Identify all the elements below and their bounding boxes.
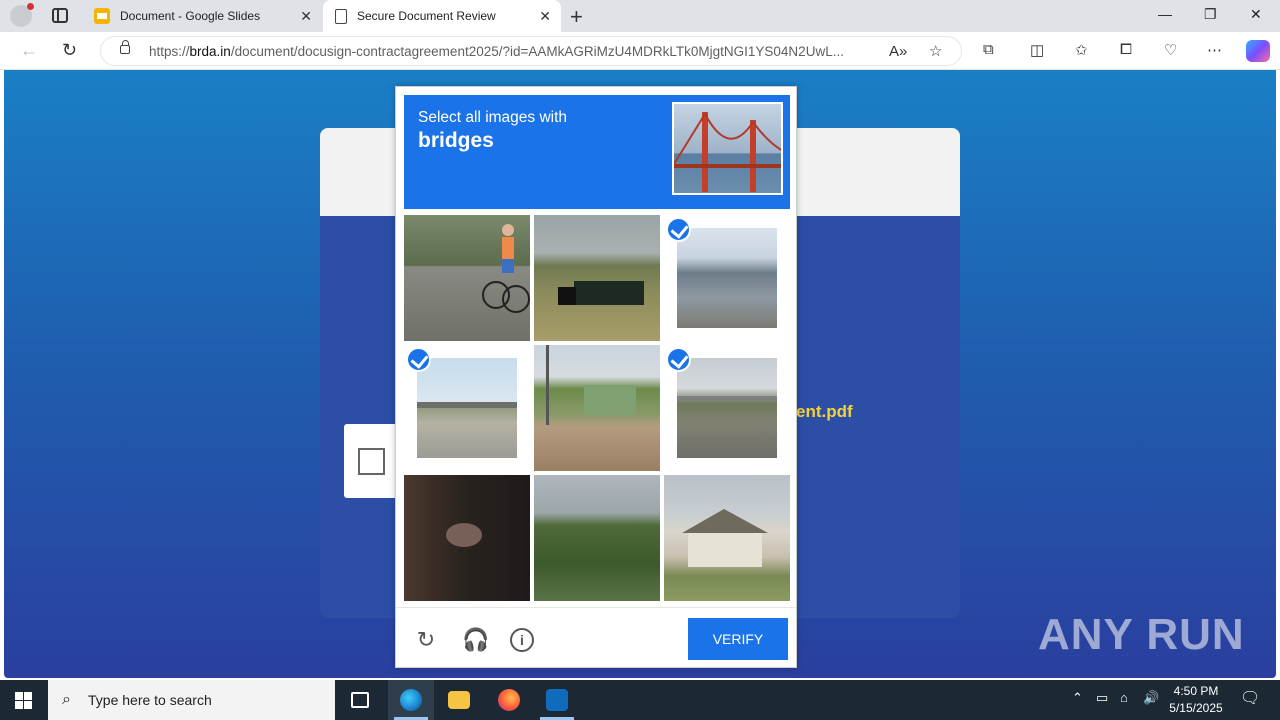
- clock-date: 5/15/2025: [1169, 701, 1223, 715]
- dark-scene-image: [404, 475, 530, 601]
- url-text[interactable]: https://brda.in/document/docusign-contra…: [149, 44, 879, 59]
- pdf-filename[interactable]: ent.pdf: [796, 402, 853, 422]
- close-tab-icon[interactable]: ✕: [300, 8, 312, 25]
- captcha-tile[interactable]: [404, 475, 530, 601]
- windows-start-icon[interactable]: [15, 692, 32, 709]
- bridge-sample-graphic: [674, 111, 781, 192]
- system-clock[interactable]: 4:50 PM 5/15/2025: [1166, 683, 1226, 717]
- taskbar-search[interactable]: ⌕ Type here to search: [48, 680, 335, 720]
- extensions-icon[interactable]: ⧉: [983, 41, 994, 58]
- minimize-icon[interactable]: —: [1158, 6, 1172, 22]
- network-icon[interactable]: ⌂: [1120, 690, 1128, 705]
- close-tab-icon[interactable]: ✕: [539, 8, 551, 25]
- device-icon[interactable]: ▭: [1096, 690, 1108, 706]
- highway-bridge-image: [677, 358, 777, 458]
- new-tab-icon[interactable]: +: [570, 4, 583, 30]
- verify-button[interactable]: VERIFY: [688, 618, 788, 660]
- more-menu-icon[interactable]: ⋯: [1207, 41, 1222, 59]
- overpass-image: [677, 228, 777, 328]
- browser-toolbar: ← ↻ https://brda.in/document/docusign-co…: [0, 32, 1280, 70]
- url-path: /document/docusign-contractagreement2025…: [230, 44, 844, 59]
- captcha-footer: ↻ 🎧 i VERIFY: [396, 607, 796, 667]
- info-icon[interactable]: i: [510, 628, 534, 652]
- captcha-tile[interactable]: [534, 345, 660, 471]
- browser-essentials-icon[interactable]: ♡: [1164, 41, 1177, 59]
- url-scheme: https://: [149, 44, 190, 59]
- tab-title: Document - Google Slides: [120, 9, 261, 23]
- firefox-icon[interactable]: [486, 680, 532, 720]
- captcha-tile[interactable]: [404, 215, 530, 341]
- back-icon[interactable]: ←: [20, 40, 38, 61]
- slides-icon: [94, 8, 110, 24]
- reload-icon[interactable]: ↻: [414, 628, 438, 652]
- read-aloud-icon[interactable]: A»: [889, 43, 907, 60]
- document-icon: [335, 8, 347, 24]
- close-window-icon[interactable]: ✕: [1250, 6, 1262, 23]
- building-image: [534, 345, 660, 471]
- task-view-icon[interactable]: [337, 680, 383, 720]
- captcha-checkbox[interactable]: [358, 448, 385, 475]
- captcha-tile-selected[interactable]: [664, 215, 790, 341]
- anyrun-watermark: ANY RUN: [1038, 610, 1245, 659]
- audio-challenge-icon[interactable]: 🎧: [462, 628, 489, 652]
- edge-taskbar-icon[interactable]: [388, 680, 434, 720]
- collections-icon[interactable]: ⧠: [1120, 41, 1132, 58]
- sample-image: [672, 102, 783, 195]
- favorites-icon[interactable]: ✩: [1075, 41, 1088, 59]
- tab-title: Secure Document Review: [357, 9, 496, 23]
- tab-google-slides[interactable]: Document - Google Slides ✕: [84, 0, 322, 32]
- search-placeholder: Type here to search: [88, 692, 212, 708]
- copilot-icon[interactable]: [1246, 40, 1270, 62]
- address-bar[interactable]: https://brda.in/document/docusign-contra…: [100, 36, 962, 66]
- captcha-tile[interactable]: [534, 475, 660, 601]
- notifications-icon[interactable]: 🗨: [1240, 688, 1260, 708]
- tab-actions-icon[interactable]: [52, 8, 68, 23]
- tab-secure-document-review[interactable]: Secure Document Review ✕: [323, 0, 561, 32]
- captcha-prompt: Select all images with: [418, 109, 568, 126]
- truck-image: [534, 215, 660, 341]
- trees-image: [534, 475, 660, 601]
- outlook-icon[interactable]: [534, 680, 580, 720]
- highway-overpass-image: [417, 358, 517, 458]
- captcha-challenge: Select all images with bridges ↻ 🎧 i VER…: [395, 86, 797, 668]
- captcha-tile[interactable]: [664, 475, 790, 601]
- selected-check-icon: [666, 347, 691, 372]
- file-explorer-icon[interactable]: [436, 680, 482, 720]
- profile-avatar[interactable]: [10, 3, 34, 27]
- captcha-target: bridges: [418, 129, 494, 152]
- house-image: [664, 475, 790, 601]
- captcha-tile-selected[interactable]: [404, 345, 530, 471]
- split-screen-icon[interactable]: ◫: [1030, 41, 1044, 59]
- cyclist-image: [404, 215, 530, 341]
- volume-icon[interactable]: 🔊: [1143, 690, 1159, 706]
- favorite-star-icon[interactable]: ☆: [929, 42, 942, 60]
- search-icon: ⌕: [62, 691, 71, 708]
- captcha-tile[interactable]: [534, 215, 660, 341]
- selected-check-icon: [406, 347, 431, 372]
- captcha-tile-selected[interactable]: [664, 345, 790, 471]
- restore-icon[interactable]: ❐: [1204, 6, 1217, 23]
- lock-icon[interactable]: [120, 40, 130, 54]
- selected-check-icon: [666, 217, 691, 242]
- captcha-header: Select all images with bridges: [404, 95, 790, 209]
- tab-strip: Document - Google Slides ✕ Secure Docume…: [0, 0, 1280, 32]
- url-host: brda.in: [189, 44, 231, 59]
- captcha-image-grid: [404, 215, 790, 601]
- clock-time: 4:50 PM: [1173, 684, 1219, 698]
- show-hidden-icons-icon[interactable]: ⌃: [1072, 690, 1083, 706]
- taskbar: ⌕ Type here to search ⌃ ▭ ⌂ 🔊 4:50 PM 5/…: [0, 680, 1280, 720]
- refresh-icon[interactable]: ↻: [62, 40, 77, 61]
